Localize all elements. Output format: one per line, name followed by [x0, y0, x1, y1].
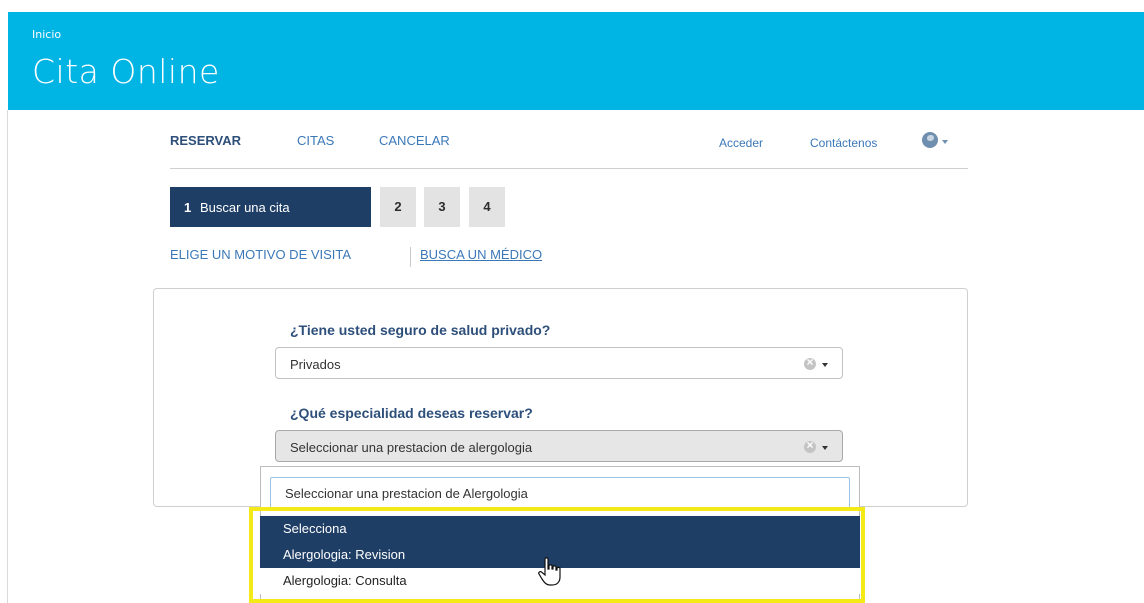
clear-icon[interactable]	[804, 355, 816, 370]
step-1-number: 1	[184, 200, 192, 215]
left-divider	[7, 110, 8, 603]
specialty-select[interactable]: Seleccionar una prestacion de alergologi…	[275, 430, 843, 462]
nav-item-cancelar[interactable]: CANCELAR	[379, 133, 450, 148]
chevron-down-icon[interactable]	[822, 446, 828, 450]
page-title: Cita Online	[32, 52, 220, 91]
login-link[interactable]: Acceder	[719, 136, 763, 150]
chevron-down-icon[interactable]	[942, 140, 948, 144]
tab-visit-reason[interactable]: ELIGE UN MOTIVO DE VISITA	[170, 247, 351, 262]
dropdown-search-input[interactable]	[271, 478, 849, 508]
page-header: Inicio Cita Online	[8, 12, 1144, 110]
insurance-select[interactable]: Privados	[275, 347, 843, 379]
step-1-button[interactable]: 1 Buscar una cita	[170, 187, 371, 227]
nav-item-citas[interactable]: CITAS	[297, 133, 334, 148]
step-1-label: Buscar una cita	[200, 200, 290, 215]
tab-separator	[410, 247, 411, 267]
main-nav: RESERVAR CITAS CANCELAR Acceder Contácte…	[170, 130, 968, 169]
breadcrumb-home[interactable]: Inicio	[32, 28, 61, 41]
clear-icon[interactable]	[804, 438, 816, 453]
insurance-select-value: Privados	[290, 357, 341, 372]
specialty-select-value: Seleccionar una prestacion de alergologi…	[290, 440, 533, 455]
globe-icon[interactable]	[922, 132, 938, 148]
hand-pointer-icon	[538, 557, 561, 586]
nav-item-reservar[interactable]: RESERVAR	[170, 133, 241, 148]
step-2-button[interactable]: 2	[380, 187, 416, 227]
dropdown-search-field[interactable]	[270, 477, 850, 509]
chevron-down-icon[interactable]	[822, 363, 828, 367]
highlight-annotation-box	[249, 507, 865, 603]
specialty-question: ¿Qué especialidad deseas reservar?	[290, 405, 533, 421]
step-3-button[interactable]: 3	[424, 187, 460, 227]
step-4-button[interactable]: 4	[469, 187, 505, 227]
insurance-question: ¿Tiene usted seguro de salud privado?	[290, 322, 551, 338]
contact-link[interactable]: Contáctenos	[810, 136, 877, 150]
tab-find-doctor[interactable]: BUSCA UN MÉDICO	[420, 247, 542, 262]
